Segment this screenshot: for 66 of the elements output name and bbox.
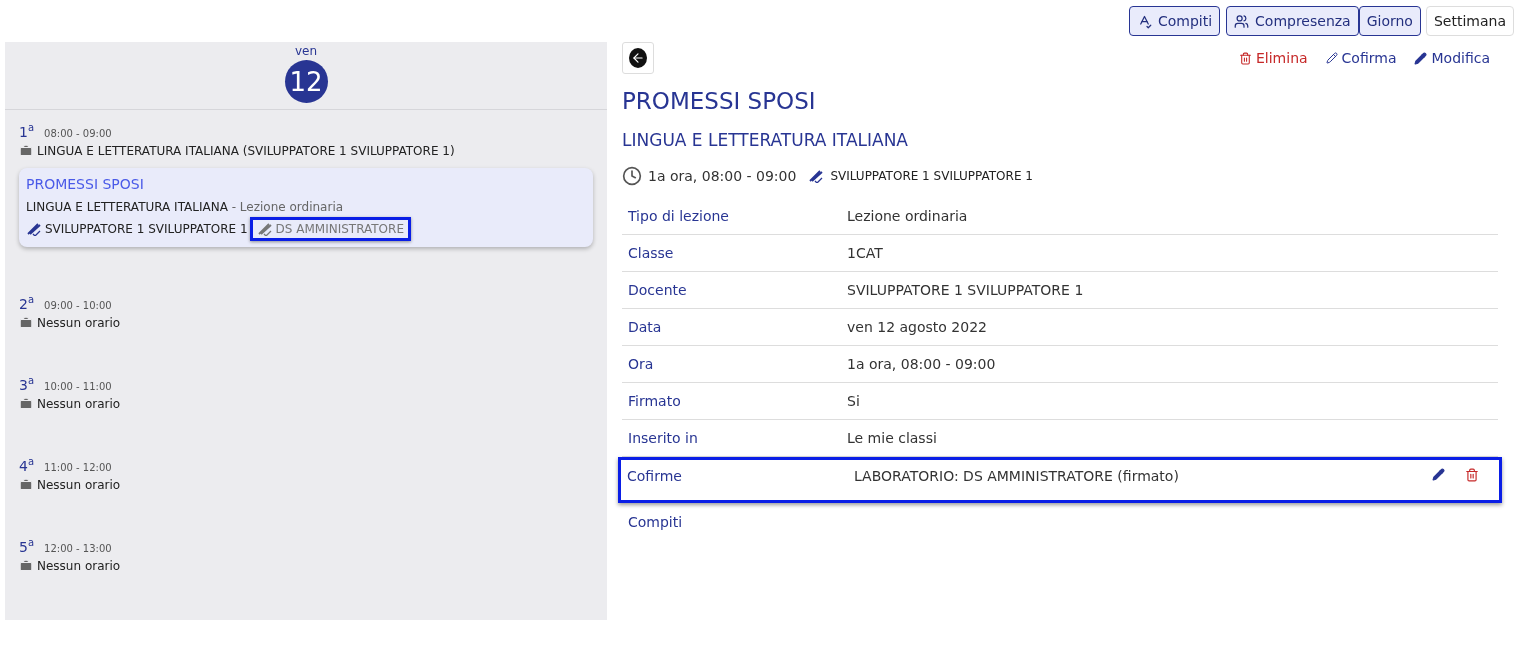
field-value: Si bbox=[847, 393, 861, 409]
period-time: 10:00 - 11:00 bbox=[44, 380, 112, 392]
period-number: 1$^{a}$ bbox=[19, 122, 35, 140]
period-number: 2$^{a}$ bbox=[19, 294, 35, 312]
subject-title: LINGUA E LETTERATURA ITALIANA bbox=[622, 130, 909, 150]
field-label: Classe bbox=[628, 245, 675, 261]
toggle-button[interactable]: Compiti bbox=[1128, 6, 1221, 36]
period-time: 11:00 - 12:00 bbox=[44, 461, 112, 473]
field-label: Ora bbox=[628, 356, 655, 372]
pencil-icon bbox=[1414, 51, 1428, 65]
lesson-time: 1a ora, 08:00 - 09:00 bbox=[648, 168, 797, 184]
edit-button[interactable]: Modifica bbox=[1414, 50, 1490, 66]
briefcase-icon bbox=[19, 477, 33, 492]
field-value: 1a ora, 08:00 - 09:00 bbox=[847, 356, 997, 372]
trash-icon bbox=[1239, 51, 1252, 65]
field-label: Tipo di lezione bbox=[628, 208, 730, 224]
field-value: ven 12 agosto 2022 bbox=[847, 319, 988, 335]
field-label: Docente bbox=[628, 282, 688, 298]
field-label: Inserito in bbox=[628, 430, 699, 446]
period-time: 08:00 - 09:00 bbox=[44, 127, 112, 139]
briefcase-icon bbox=[19, 143, 33, 158]
people-icon bbox=[1234, 13, 1250, 29]
lesson-title: PROMESSI SPOSI bbox=[622, 88, 817, 114]
field-value: 1CAT bbox=[847, 245, 884, 261]
pencil-icon bbox=[1325, 52, 1338, 64]
signature-icon bbox=[808, 169, 825, 183]
cosign-button[interactable]: Cofirma bbox=[1325, 50, 1397, 66]
period-subject: LINGUA E LETTERATURA ITALIANA (SVILUPPATORE 1 SVILUPPATORE 1) bbox=[37, 143, 455, 158]
period-time: 12:00 - 13:00 bbox=[44, 542, 112, 554]
briefcase-icon bbox=[19, 396, 33, 411]
day-number: 12 bbox=[284, 60, 328, 103]
lesson-subject: LINGUA E LETTERATURA ITALIANA - Lezione ordinaria bbox=[26, 199, 345, 214]
cosigner-tag: DS AMMINISTRATORE bbox=[249, 216, 411, 241]
signature-icon bbox=[26, 221, 42, 236]
period-subject: Nessun orario bbox=[37, 315, 121, 330]
delete-button[interactable]: Elimina bbox=[1239, 50, 1308, 66]
field-label: Firmato bbox=[628, 393, 682, 409]
delete-icon[interactable] bbox=[1465, 468, 1479, 482]
briefcase-icon bbox=[19, 558, 33, 573]
view-tab[interactable]: Settimana bbox=[1425, 6, 1514, 36]
period-number: 3$^{a}$ bbox=[19, 375, 35, 393]
field-label: Cofirme bbox=[627, 468, 683, 484]
view-tab[interactable]: Giorno bbox=[1358, 6, 1421, 36]
period-subject: Nessun orario bbox=[37, 477, 121, 492]
period-number: 5$^{a}$ bbox=[19, 537, 35, 555]
weekday-label: ven bbox=[294, 44, 318, 58]
edit-icon[interactable] bbox=[1432, 468, 1445, 482]
teacher-name: SVILUPPATORE 1 SVILUPPATORE 1 bbox=[45, 221, 248, 236]
toggle-button[interactable]: Compresenza bbox=[1226, 6, 1359, 36]
back-button[interactable] bbox=[622, 42, 654, 74]
period-subject: Nessun orario bbox=[37, 396, 121, 411]
field-value: Lezione ordinaria bbox=[847, 208, 969, 224]
lesson-title: PROMESSI SPOSI bbox=[26, 175, 145, 192]
lesson-card[interactable]: PROMESSI SPOSI LINGUA E LETTERATURA ITALIANA - Lezione ordinaria SVILUPPATORE 1 SVILUPPATORE 1 DS AMMINISTRATORE bbox=[19, 167, 593, 247]
period-number: 4$^{a}$ bbox=[19, 456, 35, 474]
field-label: Data bbox=[628, 319, 663, 335]
field-value: Le mie classi bbox=[847, 430, 938, 446]
field-value: SVILUPPATORE 1 SVILUPPATORE 1 bbox=[847, 282, 1085, 298]
briefcase-icon bbox=[19, 315, 33, 330]
signature-icon bbox=[256, 221, 273, 236]
period-subject: Nessun orario bbox=[37, 558, 121, 573]
period-time: 09:00 - 10:00 bbox=[44, 299, 112, 311]
field-label: Compiti bbox=[628, 513, 684, 530]
field-value: LABORATORIO: DS AMMINISTRATORE (firmato) bbox=[853, 468, 1180, 484]
teacher-name: SVILUPPATORE 1 SVILUPPATORE 1 bbox=[830, 169, 1033, 183]
clock-icon bbox=[622, 166, 642, 186]
